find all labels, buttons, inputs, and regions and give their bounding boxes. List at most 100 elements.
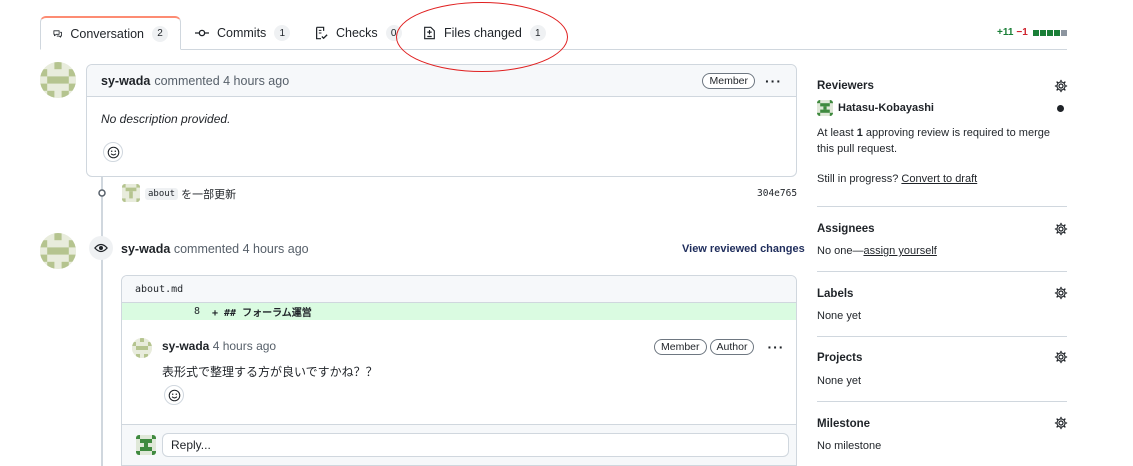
- sidebar-divider: [817, 271, 1067, 272]
- tab-commits-count: 1: [274, 25, 291, 41]
- milestone-value: No milestone: [817, 440, 882, 452]
- member-badge: Member: [702, 72, 755, 89]
- comment-body: No description provided.: [101, 112, 231, 126]
- assignees-value: No one—assign yourself: [817, 243, 937, 259]
- comment-discussion-icon: [53, 29, 62, 38]
- review-thread: about.md 8 + ## フォーラム運営 sy-wada 4 hours …: [121, 275, 797, 466]
- identicon: [132, 338, 152, 358]
- add-reaction-button[interactable]: [164, 385, 184, 405]
- gear-icon[interactable]: [1054, 416, 1068, 430]
- smiley-icon: [168, 389, 180, 401]
- file-header: about.md: [122, 276, 796, 303]
- review-meta[interactable]: commented 4 hours ago: [174, 242, 309, 256]
- tab-checks-label: Checks: [336, 26, 378, 40]
- avatar[interactable]: [40, 62, 76, 98]
- commit-message[interactable]: about を一部更新: [145, 186, 236, 202]
- reply-meta[interactable]: 4 hours ago: [213, 339, 276, 353]
- commit-avatar[interactable]: [122, 184, 140, 202]
- diffstat-block: [1046, 29, 1053, 36]
- comment-author[interactable]: sy-wada: [101, 74, 150, 88]
- reviewer-avatar[interactable]: [817, 100, 833, 116]
- commit-code: about: [145, 188, 179, 200]
- author-badge: Author: [709, 339, 755, 355]
- identicon: [122, 184, 140, 202]
- sidebar-divider: [817, 401, 1067, 402]
- current-user-avatar[interactable]: [136, 435, 156, 455]
- comment-header: sy-wada commented 4 hours ago Member ···: [87, 65, 796, 97]
- gear-icon[interactable]: [1054, 350, 1068, 364]
- assignees-title: Assignees: [817, 223, 875, 235]
- diffstat-block: [1039, 29, 1046, 36]
- diffstat-deletions: −1: [1016, 27, 1028, 38]
- comment-box: sy-wada commented 4 hours ago Member ···…: [86, 64, 797, 177]
- reply-area: Reply...: [122, 424, 796, 465]
- projects-title: Projects: [817, 352, 863, 364]
- checklist-icon: [316, 26, 328, 40]
- draft-prompt: Still in progress? Convert to draft: [817, 171, 977, 187]
- diffstat: +11 −1: [997, 27, 1067, 38]
- git-commit-icon: [98, 189, 106, 197]
- labels-value: None yet: [817, 310, 862, 322]
- kebab-menu-icon[interactable]: ···: [765, 73, 782, 89]
- review-requirement-pre: At least: [817, 127, 857, 139]
- tab-conversation[interactable]: Conversation 2: [40, 16, 181, 50]
- convert-to-draft-link[interactable]: Convert to draft: [901, 173, 977, 185]
- sidebar-divider: [817, 336, 1067, 337]
- review-requirement: At least 1 approving review is required …: [817, 125, 1067, 157]
- review-author[interactable]: sy-wada: [121, 242, 170, 256]
- comment-meta[interactable]: commented 4 hours ago: [154, 74, 289, 88]
- diffstat-block: [1060, 29, 1067, 36]
- identicon: [817, 100, 833, 116]
- reviewers-title: Reviewers: [817, 80, 874, 92]
- git-commit-icon: [195, 29, 209, 37]
- diffstat-blocks: [1032, 29, 1067, 36]
- add-reaction-button[interactable]: [103, 142, 123, 162]
- assignees-none: No one—: [817, 245, 864, 257]
- tab-checks[interactable]: Checks 0: [314, 16, 402, 50]
- gear-icon[interactable]: [1054, 286, 1068, 300]
- sidebar-divider: [817, 206, 1067, 207]
- reply-badges: Member Author ···: [654, 339, 784, 355]
- tab-commits-label: Commits: [217, 26, 267, 40]
- member-badge: Member: [654, 339, 707, 355]
- line-number[interactable]: 8: [122, 306, 200, 317]
- identicon: [40, 233, 76, 269]
- tab-files-changed[interactable]: Files changed 1: [423, 16, 546, 50]
- reply-avatar[interactable]: [132, 338, 152, 358]
- assign-yourself-link[interactable]: assign yourself: [863, 245, 936, 257]
- kebab-menu-icon[interactable]: ···: [767, 339, 784, 355]
- avatar[interactable]: [40, 233, 76, 269]
- tab-files-changed-count: 1: [529, 25, 546, 41]
- review-event-badge: [89, 236, 113, 260]
- tab-commits[interactable]: Commits 1: [195, 16, 291, 50]
- reply-author[interactable]: sy-wada: [162, 339, 209, 353]
- reviewer-name[interactable]: Hatasu-Kobayashi: [838, 102, 934, 114]
- file-name[interactable]: about.md: [135, 284, 183, 295]
- smiley-icon: [107, 146, 119, 158]
- tab-conversation-count: 2: [152, 25, 168, 42]
- tab-files-changed-label: Files changed: [444, 26, 522, 40]
- identicon: [136, 435, 156, 455]
- view-reviewed-changes-link[interactable]: View reviewed changes: [682, 243, 805, 255]
- diff-line: 8 + ## フォーラム運営: [122, 303, 796, 320]
- eye-icon: [94, 243, 108, 253]
- diffstat-additions: +11: [997, 27, 1014, 38]
- file-diff-icon: [424, 26, 435, 40]
- review-header: sy-wada commented 4 hours ago: [121, 242, 309, 256]
- progress-text: Still in progress?: [817, 173, 899, 185]
- line-content: + ## フォーラム運営: [212, 308, 312, 319]
- diffstat-block: [1032, 29, 1039, 36]
- reply-header: sy-wada 4 hours ago: [162, 339, 276, 353]
- labels-title: Labels: [817, 288, 854, 300]
- reply-input[interactable]: Reply...: [162, 433, 789, 457]
- tab-checks-count: 0: [385, 25, 402, 41]
- projects-value: None yet: [817, 375, 862, 387]
- commit-sha[interactable]: 304e765: [757, 188, 797, 199]
- milestone-title: Milestone: [817, 418, 871, 430]
- pending-dot-icon: [1057, 105, 1064, 112]
- gear-icon[interactable]: [1054, 79, 1068, 93]
- timeline-line: [101, 176, 103, 466]
- reply-body: 表形式で整理する方が良いですかね？？: [162, 365, 378, 379]
- identicon: [40, 62, 76, 98]
- gear-icon[interactable]: [1054, 222, 1068, 236]
